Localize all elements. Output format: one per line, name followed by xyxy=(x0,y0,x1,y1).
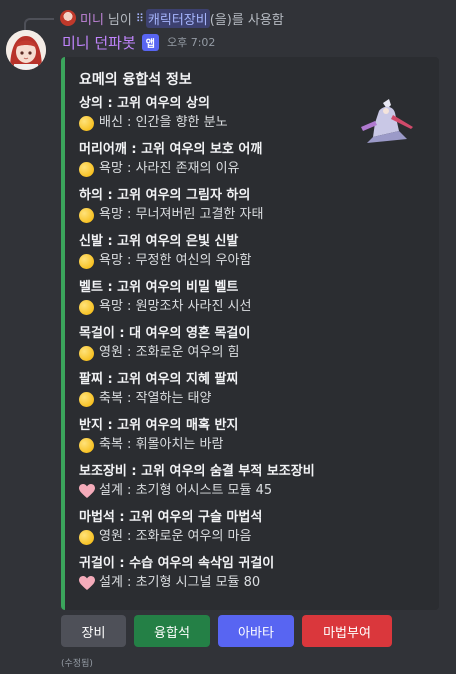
embed-title: 요메의 융합석 정보 xyxy=(79,72,192,88)
field-value: 축복 : 작열하는 태양 xyxy=(79,389,399,409)
embed-field: 반지 : 고위 여우의 매혹 반지축복 : 휘몰아치는 바람 xyxy=(79,417,399,455)
reply-reference[interactable]: 미니 님이 ⠿ 캐릭터장비 (을)를 사용함 xyxy=(60,8,284,28)
field-value-text: 영원 : 조화로운 여우의 힘 xyxy=(99,345,240,360)
field-value-text: 축복 : 휘몰아치는 바람 xyxy=(99,437,224,452)
yellow-circle-icon xyxy=(79,253,94,269)
equipment-button[interactable]: 장비 xyxy=(61,615,126,647)
field-name: 신발 : 고위 여우의 은빛 신발 xyxy=(79,234,239,249)
field-value-text: 설계 : 초기형 어시스트 모듈 45 xyxy=(99,483,273,498)
field-value: 영원 : 조화로운 여우의 힘 xyxy=(79,343,399,363)
reply-username[interactable]: 미니 xyxy=(80,9,104,28)
field-value: 배신 : 인간을 향한 분노 xyxy=(79,113,399,133)
embed-field: 귀걸이 : 수습 여우의 속삭임 귀걸이설계 : 초기형 시그널 모듈 80 xyxy=(79,555,399,593)
field-value-text: 영원 : 조화로운 여우의 마음 xyxy=(99,529,252,544)
field-value: 설계 : 초기형 시그널 모듈 80 xyxy=(79,573,399,593)
field-name: 팔찌 : 고위 여우의 지혜 팔찌 xyxy=(79,372,239,387)
field-name: 벨트 : 고위 여우의 비밀 벨트 xyxy=(79,280,239,295)
pink-heart-icon xyxy=(79,575,95,590)
field-value-text: 배신 : 인간을 향한 분노 xyxy=(99,115,228,130)
field-value: 설계 : 초기형 어시스트 모듈 45 xyxy=(79,481,399,501)
fusion-stone-button[interactable]: 융합석 xyxy=(134,615,210,647)
field-name: 마법석 : 고위 여우의 구슬 마법석 xyxy=(79,510,263,525)
field-value: 욕망 : 원망조차 사라진 시선 xyxy=(79,297,399,317)
reply-suffix: (을)를 사용함 xyxy=(209,12,284,28)
yellow-circle-icon xyxy=(79,207,94,223)
yellow-circle-icon xyxy=(79,299,94,315)
avatar-button[interactable]: 아바타 xyxy=(218,615,294,647)
field-value: 욕망 : 무너져버린 고결한 자태 xyxy=(79,205,399,225)
yellow-circle-icon xyxy=(79,391,94,407)
field-name: 하의 : 고위 여우의 그림자 하의 xyxy=(79,188,251,203)
field-value-text: 축복 : 작열하는 태양 xyxy=(99,391,212,406)
embed-field: 신발 : 고위 여우의 은빛 신발욕망 : 무정한 여신의 우아함 xyxy=(79,233,399,271)
embed-field: 보조장비 : 고위 여우의 숨결 부적 보조장비설계 : 초기형 어시스트 모듈… xyxy=(79,463,399,501)
embed-field: 벨트 : 고위 여우의 비밀 벨트욕망 : 원망조차 사라진 시선 xyxy=(79,279,399,317)
command-icon: ⠿ xyxy=(135,11,144,25)
field-name: 귀걸이 : 수습 여우의 속삭임 귀걸이 xyxy=(79,556,275,571)
yellow-circle-icon xyxy=(79,161,94,177)
reply-avatar xyxy=(60,10,76,26)
embed-field: 상의 : 고위 여우의 상의배신 : 인간을 향한 분노 xyxy=(79,95,399,133)
edited-indicator: (수정됨) xyxy=(61,659,93,669)
embed-field: 마법석 : 고위 여우의 구슬 마법석영원 : 조화로운 여우의 마음 xyxy=(79,509,399,547)
app-badge: 앱 xyxy=(141,33,159,51)
yellow-circle-icon xyxy=(79,115,94,131)
field-name: 보조장비 : 고위 여우의 숨결 부적 보조장비 xyxy=(79,464,315,479)
reply-text-mid: 님이 xyxy=(107,12,132,28)
field-value-text: 설계 : 초기형 시그널 모듈 80 xyxy=(99,575,261,590)
field-name: 반지 : 고위 여우의 매혹 반지 xyxy=(79,418,239,433)
yellow-circle-icon xyxy=(79,529,94,545)
embed-field: 팔찌 : 고위 여우의 지혜 팔찌축복 : 작열하는 태양 xyxy=(79,371,399,409)
field-value-text: 욕망 : 원망조차 사라진 시선 xyxy=(99,299,252,314)
embed-field: 목걸이 : 대 여우의 영혼 목걸이영원 : 조화로운 여우의 힘 xyxy=(79,325,399,363)
field-value-text: 욕망 : 사라진 존재의 이유 xyxy=(99,161,240,176)
field-name: 머리어깨 : 고위 여우의 보호 어깨 xyxy=(79,142,263,157)
enchant-button[interactable]: 마법부여 xyxy=(302,615,392,647)
field-value-text: 욕망 : 무정한 여신의 우아함 xyxy=(99,253,252,268)
embed-card: 요메의 융합석 정보 상의 : 고위 여우의 상의배신 : 인간을 향한 분노머… xyxy=(61,57,439,610)
action-buttons: 장비 융합석 아바타 마법부여 xyxy=(61,615,392,647)
field-value: 축복 : 휘몰아치는 바람 xyxy=(79,435,399,455)
embed-field: 머리어깨 : 고위 여우의 보호 어깨욕망 : 사라진 존재의 이유 xyxy=(79,141,399,179)
message-header: 미니 던파봇 앱 오후 7:02 xyxy=(62,32,215,52)
yellow-circle-icon xyxy=(79,437,94,453)
field-name: 목걸이 : 대 여우의 영혼 목걸이 xyxy=(79,326,251,341)
message-timestamp: 오후 7:02 xyxy=(166,36,216,49)
bot-avatar[interactable] xyxy=(6,30,46,70)
field-name: 상의 : 고위 여우의 상의 xyxy=(79,96,210,111)
field-value: 욕망 : 무정한 여신의 우아함 xyxy=(79,251,399,271)
yellow-circle-icon xyxy=(79,345,94,361)
pink-heart-icon xyxy=(79,483,95,498)
field-value: 영원 : 조화로운 여우의 마음 xyxy=(79,527,399,547)
embed-field: 하의 : 고위 여우의 그림자 하의욕망 : 무너져버린 고결한 자태 xyxy=(79,187,399,225)
bot-name[interactable]: 미니 던파봇 xyxy=(62,32,136,53)
field-value: 욕망 : 사라진 존재의 이유 xyxy=(79,159,399,179)
field-value-text: 욕망 : 무너져버린 고결한 자태 xyxy=(99,207,264,222)
reply-command[interactable]: 캐릭터장비 xyxy=(145,8,210,28)
